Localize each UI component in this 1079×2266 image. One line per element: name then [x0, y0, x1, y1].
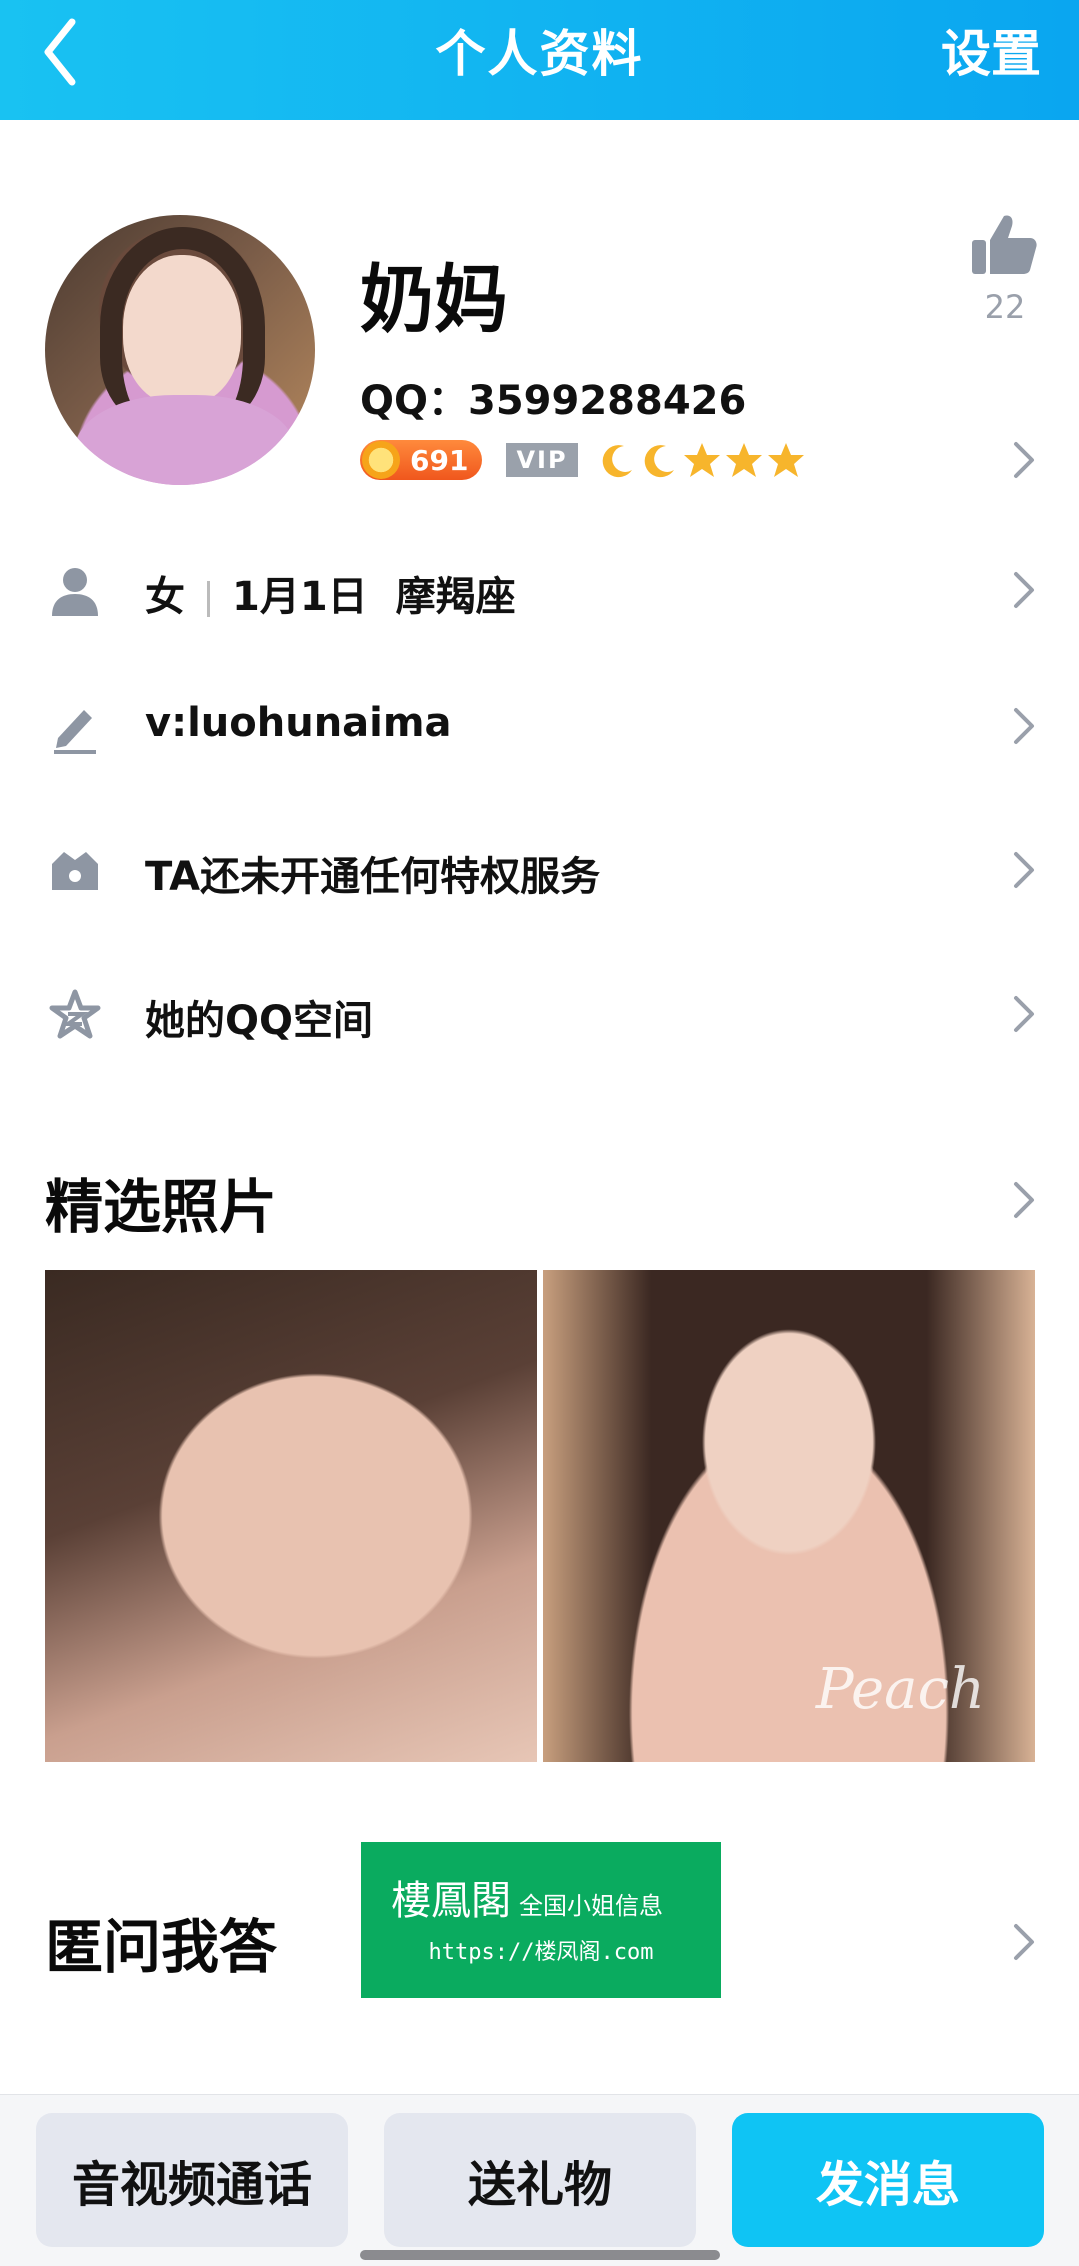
signature-text: v:luohunaima	[145, 700, 452, 746]
zodiac-label: 摩羯座	[395, 574, 516, 620]
chevron-right-icon	[1014, 572, 1034, 608]
featured-photo[interactable]: Peach	[543, 1270, 1035, 1762]
vip-badge: VIP	[506, 443, 578, 477]
avatar[interactable]	[45, 215, 315, 485]
coin-icon	[362, 441, 400, 479]
star-icon	[684, 443, 720, 477]
basic-info-row[interactable]: 女 1月1日 摩羯座	[0, 538, 1079, 638]
avatar-face	[123, 255, 241, 405]
level-icons	[598, 440, 808, 480]
star-icon	[726, 443, 762, 477]
bottom-action-bar: 音视频通话 送礼物 发消息	[0, 2094, 1079, 2266]
chevron-right-icon	[1014, 852, 1034, 888]
chevron-right-icon[interactable]	[1008, 1178, 1038, 1222]
ad-url: https://楼凤阁.com	[428, 1940, 654, 1965]
qzone-star-icon	[49, 989, 101, 1039]
send-gift-button[interactable]: 送礼物	[384, 2113, 696, 2247]
thumbs-up-icon[interactable]	[968, 210, 1038, 280]
qa-section-title: 匿问我答	[45, 1913, 278, 1981]
gender-label: 女	[145, 574, 185, 620]
level-badges[interactable]: 691 VIP	[360, 438, 808, 482]
nickname: 奶妈	[360, 257, 508, 343]
star-icon	[768, 443, 804, 477]
top-nav-bar: 个人资料 设置	[0, 0, 1079, 120]
divider	[207, 581, 210, 617]
moon-icon	[602, 445, 632, 478]
send-message-button[interactable]: 发消息	[732, 2113, 1044, 2247]
crown-icon	[52, 852, 98, 890]
person-icon	[52, 568, 98, 616]
level-number: 691	[410, 443, 469, 477]
ad-title: 樓鳳閣 全国小姐信息	[391, 1868, 663, 1926]
chevron-right-icon	[1014, 708, 1034, 744]
basic-info-text: 女 1月1日 摩羯座	[145, 564, 516, 622]
chevron-right-icon[interactable]	[1008, 438, 1038, 482]
qzone-row[interactable]: 她的QQ空间	[0, 962, 1079, 1062]
pencil-icon	[54, 710, 96, 754]
birthday-label: 1月1日	[232, 574, 368, 620]
photos-section-title: 精选照片	[45, 1173, 278, 1241]
qq-number: QQ：3599288426	[360, 368, 746, 426]
privilege-row[interactable]: TA还未开通任何特权服务	[0, 818, 1079, 918]
page-title: 个人资料	[435, 25, 644, 83]
level-badge: 691	[360, 440, 482, 480]
moon-icon	[644, 445, 674, 478]
ad-tagline: 全国小姐信息	[519, 1892, 663, 1920]
settings-button[interactable]: 设置	[941, 14, 1041, 86]
qzone-text: 她的QQ空间	[145, 998, 374, 1044]
video-call-button[interactable]: 音视频通话	[36, 2113, 348, 2247]
home-indicator[interactable]	[360, 2250, 720, 2260]
signature-row[interactable]: v:luohunaima	[0, 674, 1079, 774]
qq-label: QQ：	[360, 378, 469, 424]
ad-banner[interactable]: 樓鳳閣 全国小姐信息 https://楼凤阁.com	[361, 1842, 721, 1998]
photo-watermark: Peach	[815, 1657, 985, 1722]
featured-photo[interactable]	[45, 1270, 537, 1762]
avatar-shirt	[75, 395, 295, 485]
ad-name: 樓鳳閣	[391, 1878, 511, 1924]
like-count: 22	[984, 288, 1026, 326]
chevron-right-icon	[1014, 996, 1034, 1032]
qq-value: 3599288426	[468, 378, 747, 424]
chevron-right-icon[interactable]	[1008, 1920, 1038, 1964]
privilege-text: TA还未开通任何特权服务	[145, 854, 601, 900]
